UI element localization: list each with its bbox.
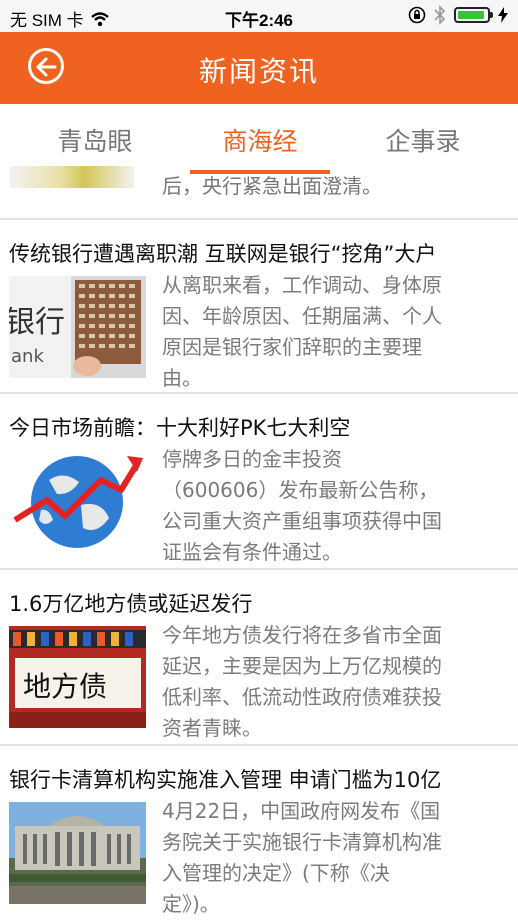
- snippet-line: 公司重大资产重组事项获得中国: [162, 509, 442, 533]
- bank-building-image: 银行 ank: [9, 276, 146, 378]
- central-bank-building-image: [9, 802, 146, 904]
- list-item[interactable]: 今日市场前瞻：十大利好PK七大利空 停牌多日的金丰投资 （600606）发布最新…: [0, 394, 518, 572]
- snippet-line: 原因是银行家们辞职的主要理: [162, 335, 422, 359]
- snippet-line: 低利率、低流动性政府债难获投: [162, 685, 442, 709]
- news-snippet: 4月22日，中国政府网发布《国 务院关于实施银行卡清算机构准 入管理的决定》(下…: [162, 796, 507, 920]
- page-title: 新闻资讯: [198, 55, 319, 88]
- nav-header: 新闻资讯: [0, 32, 518, 104]
- snippet-line: 停牌多日的金丰投资: [162, 447, 342, 471]
- orientation-lock-icon: [408, 6, 426, 24]
- list-item[interactable]: 银行卡清算机构实施准入管理 申请门槛为10亿 4月22日，中国政府网发布《国 务…: [0, 746, 518, 920]
- news-title: 1.6万亿地方债或延迟发行: [9, 592, 253, 616]
- news-snippet: 后，央行紧急出面澄清。: [162, 174, 382, 198]
- snippet-line: 证监会有条件通过。: [162, 540, 342, 564]
- charging-icon: [498, 7, 508, 23]
- local-debt-image: 地方债: [9, 626, 146, 728]
- tab-qishilu[interactable]: 企事录: [348, 122, 498, 158]
- snippet-line: 定》)。: [162, 892, 220, 916]
- snippet-line: 因、年龄原因、任期届满、个人: [162, 304, 442, 328]
- status-right: [408, 5, 508, 25]
- snippet-line: 务院关于实施银行卡清算机构准: [162, 830, 442, 854]
- news-title: 银行卡清算机构实施准入管理 申请门槛为10亿: [9, 768, 442, 792]
- svg-text:ank: ank: [11, 346, 44, 367]
- battery-icon: [454, 7, 493, 23]
- image-caption: 地方债: [23, 670, 107, 703]
- snippet-line: 资者青睐。: [162, 716, 262, 740]
- tab-shanghaijing[interactable]: 商海经: [185, 122, 335, 158]
- globe-rising-arrow-image: [9, 450, 146, 552]
- snippet-line: 入管理的决定》(下称《决: [162, 861, 390, 885]
- news-snippet: 今年地方债发行将在多省市全面 延迟，主要是因为上万亿规模的 低利率、低流动性政府…: [162, 620, 507, 744]
- svg-text:银行: 银行: [9, 305, 65, 340]
- snippet-line: 从离职来看，工作调动、身体原: [162, 273, 442, 297]
- snippet-line: 延迟，主要是因为上万亿规模的: [162, 654, 442, 678]
- list-item[interactable]: 1.6万亿地方债或延迟发行 地方债 今年地方债发行将在多省市全面 延迟，主要是因: [0, 570, 518, 748]
- snippet-line: 4月22日，中国政府网发布《国: [162, 799, 441, 823]
- snippet-line: 由。: [162, 366, 202, 390]
- news-thumbnail: [10, 166, 134, 188]
- news-snippet: 停牌多日的金丰投资 （600606）发布最新公告称， 公司重大资产重组事项获得中…: [162, 444, 507, 568]
- snippet-line: （600606）发布最新公告称，: [162, 478, 439, 502]
- status-bar: 无 SIM 卡 下午2:46: [0, 0, 518, 32]
- tab-qingdaoyan[interactable]: 青岛眼: [20, 122, 170, 158]
- news-snippet: 从离职来看，工作调动、身体原 因、年龄原因、任期届满、个人 原因是银行家们辞职的…: [162, 270, 507, 394]
- news-title: 今日市场前瞻：十大利好PK七大利空: [9, 416, 351, 440]
- snippet-line: 今年地方债发行将在多省市全面: [162, 623, 442, 647]
- list-item-partial[interactable]: 后，央行紧急出面澄清。: [0, 166, 518, 218]
- tab-bar: 青岛眼 商海经 企事录: [0, 104, 518, 174]
- list-item[interactable]: 传统银行遭遇离职潮 互联网是银行“挖角”大户 银行 ank 从离职来看，工作调动…: [0, 220, 518, 398]
- bluetooth-icon: [434, 5, 446, 25]
- news-list[interactable]: 后，央行紧急出面澄清。 传统银行遭遇离职潮 互联网是银行“挖角”大户 银行 an…: [0, 166, 518, 920]
- news-title: 传统银行遭遇离职潮 互联网是银行“挖角”大户: [9, 242, 437, 266]
